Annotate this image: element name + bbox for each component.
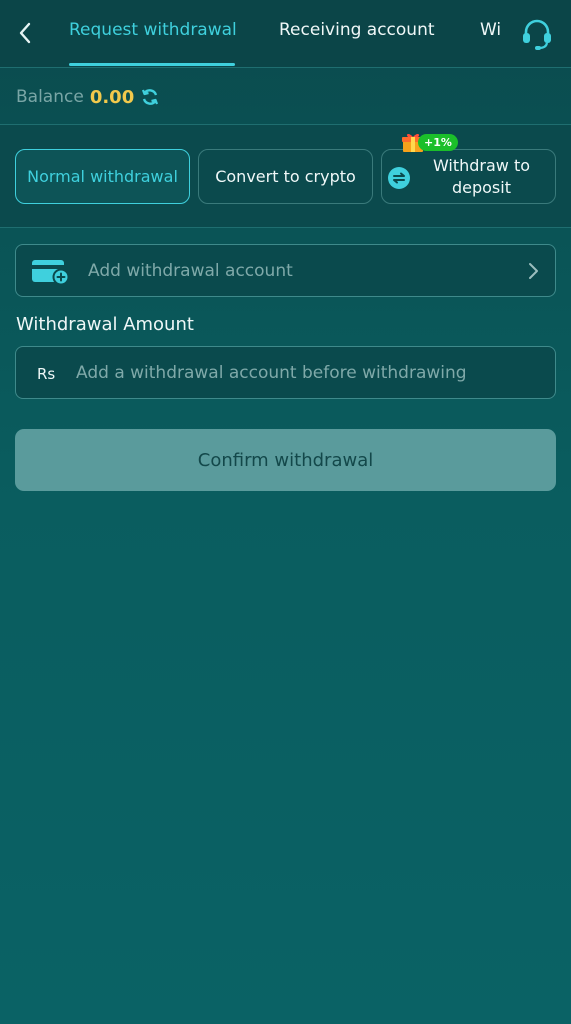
balance-row: Balance 0.00 [16,84,160,110]
confirm-withdrawal-label: Confirm withdrawal [197,449,374,471]
withdrawal-amount-title: Withdrawal Amount [16,314,194,335]
top-nav-bar: Request withdrawal Receiving account Wi [0,0,571,68]
promo-badge: +1% [402,133,458,152]
tab-withdrawal-records[interactable]: Wi [480,20,501,40]
confirm-withdrawal-button[interactable]: Confirm withdrawal [15,429,556,491]
promo-badge-label: +1% [418,133,458,151]
headset-icon [523,19,551,50]
add-withdrawal-account-button[interactable]: Add withdrawal account [15,244,556,297]
amount-placeholder: Add a withdrawal account before withdraw… [76,363,467,383]
withdraw-to-deposit-line2: deposit [451,177,511,197]
active-tab-indicator [69,63,235,66]
card-add-icon [32,260,69,285]
tab-receiving-account[interactable]: Receiving account [279,20,435,40]
chevron-left-icon [19,22,31,44]
balance-label: Balance [16,87,84,107]
add-withdrawal-account-label: Add withdrawal account [88,261,293,281]
withdraw-to-deposit-line1: Withdraw to [432,155,531,175]
tab-request-withdrawal[interactable]: Request withdrawal [69,20,237,40]
convert-to-crypto-button[interactable]: Convert to crypto [198,149,373,204]
chevron-right-icon [529,263,538,279]
normal-withdrawal-button[interactable]: Normal withdrawal [15,149,190,204]
balance-value: 0.00 [89,86,135,108]
currency-label: Rs [37,365,56,383]
withdrawal-screen: Request withdrawal Receiving account Wi … [0,0,571,1024]
withdraw-to-deposit-button[interactable]: Withdraw to deposit [381,149,556,204]
back-button[interactable] [12,18,38,48]
normal-withdrawal-label: Normal withdrawal [27,167,178,186]
swap-icon [388,167,410,189]
withdrawal-amount-input[interactable]: Rs Add a withdrawal account before withd… [15,346,556,399]
convert-to-crypto-label: Convert to crypto [215,167,356,186]
withdraw-to-deposit-label: Withdraw to deposit [407,155,530,199]
customer-support-button[interactable] [519,16,555,52]
refresh-icon[interactable] [140,87,160,107]
